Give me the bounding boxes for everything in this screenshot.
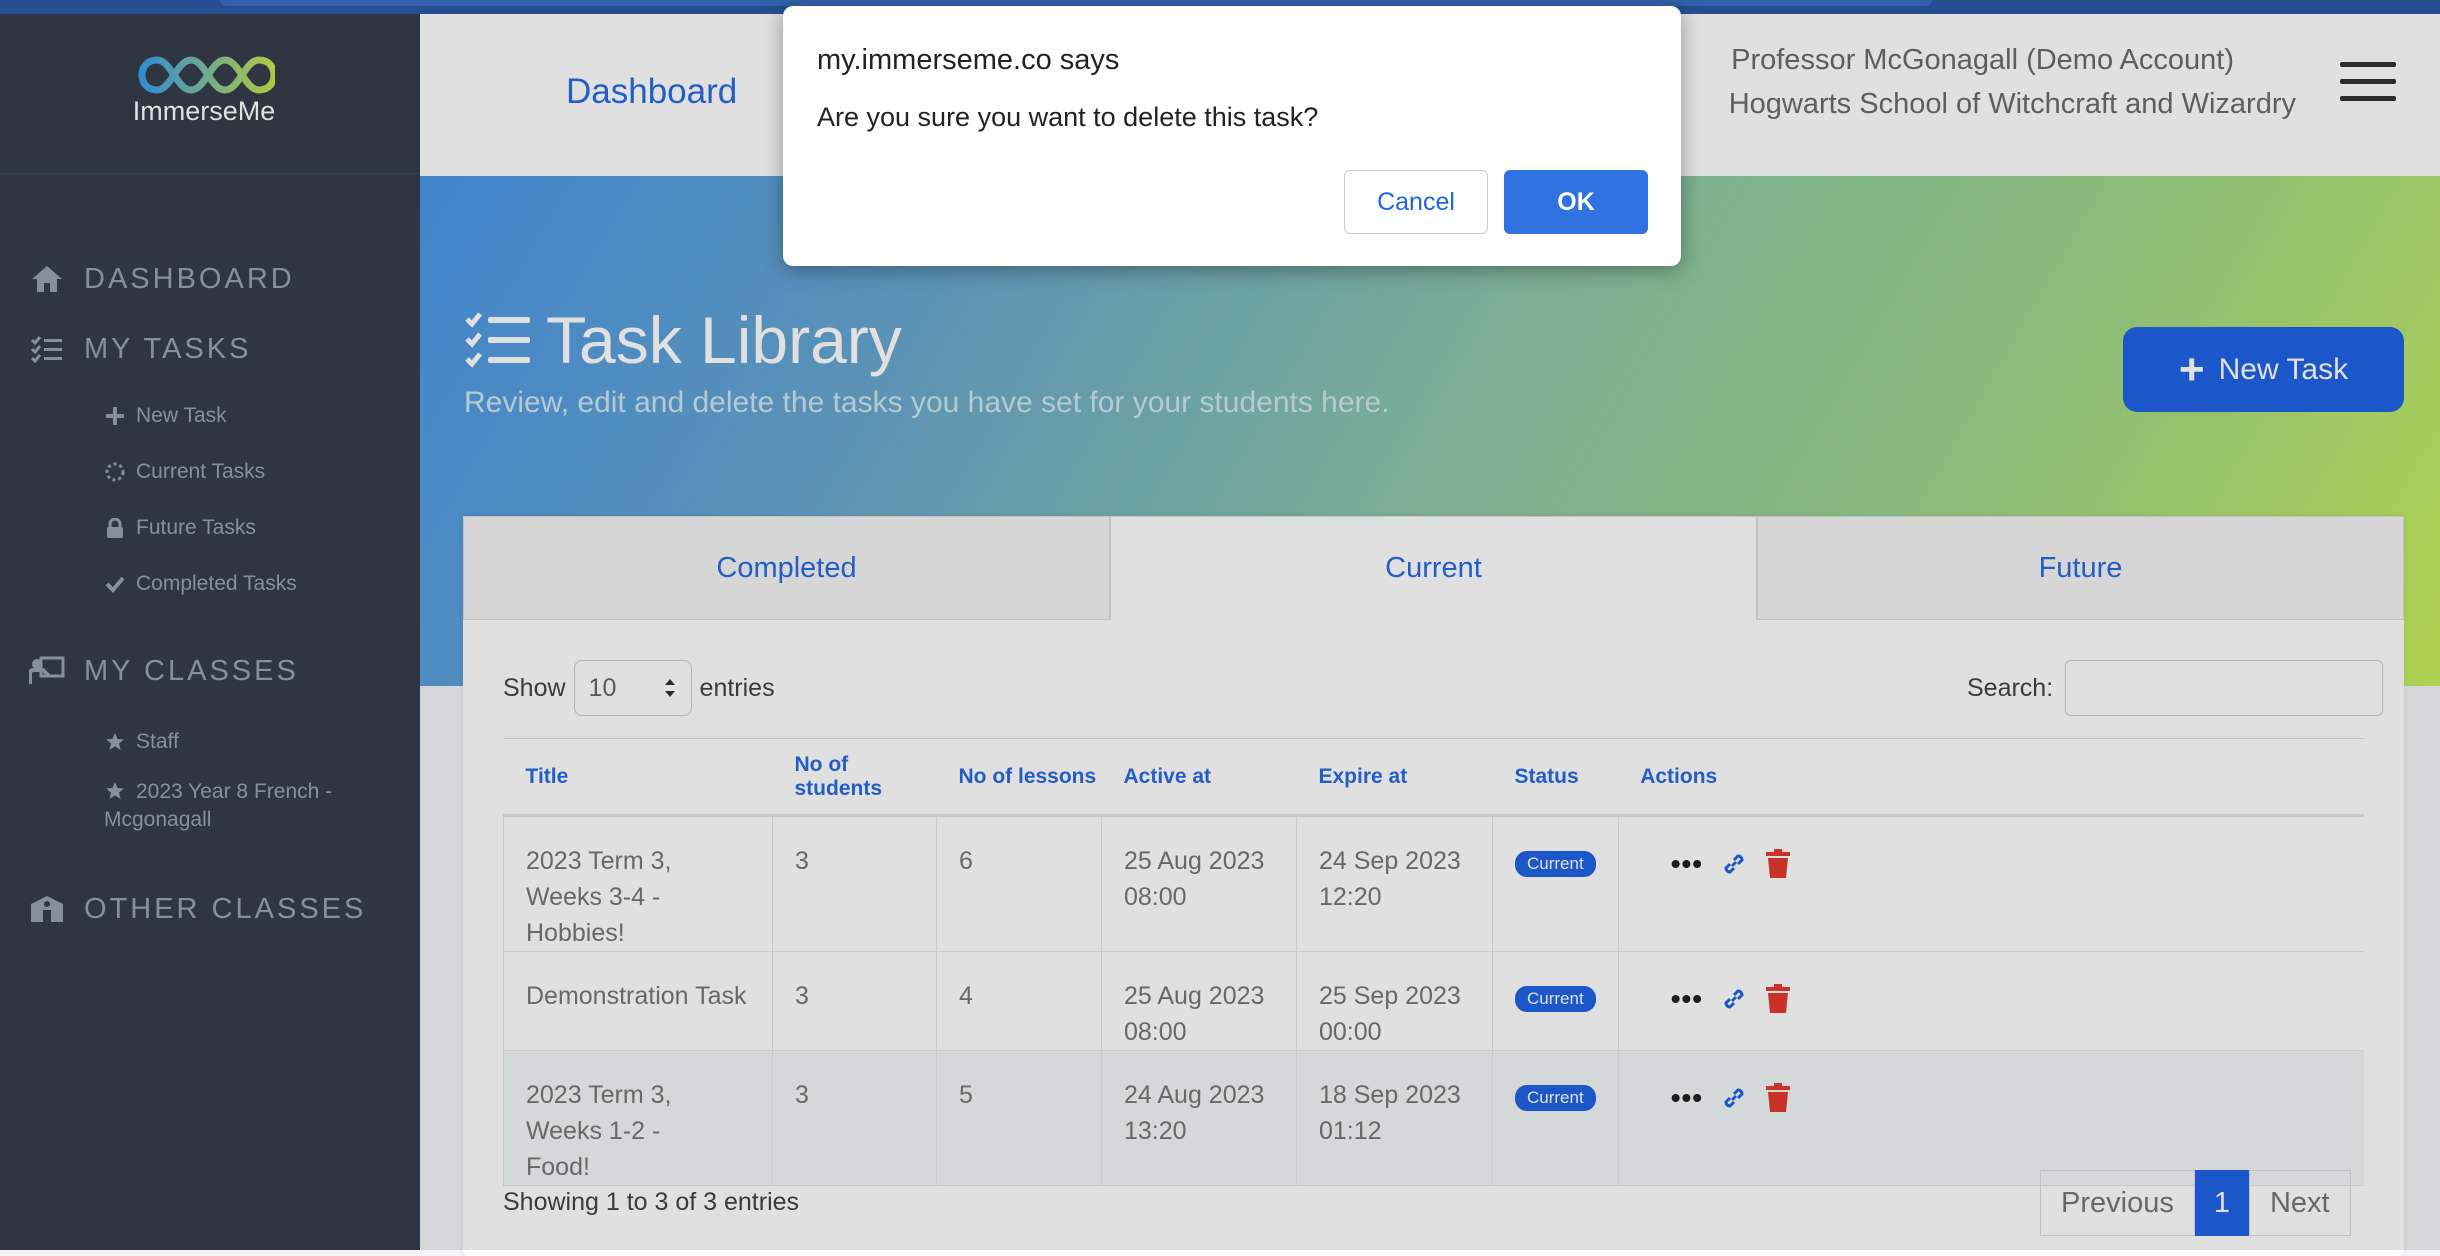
dialog-title: my.immerseme.co says [817,44,1120,76]
dialog-ok-button[interactable]: OK [1504,170,1648,234]
confirm-dialog: my.immerseme.co says Are you sure you wa… [783,6,1681,266]
dialog-cancel-button[interactable]: Cancel [1344,170,1488,234]
dialog-message: Are you sure you want to delete this tas… [817,102,1319,132]
